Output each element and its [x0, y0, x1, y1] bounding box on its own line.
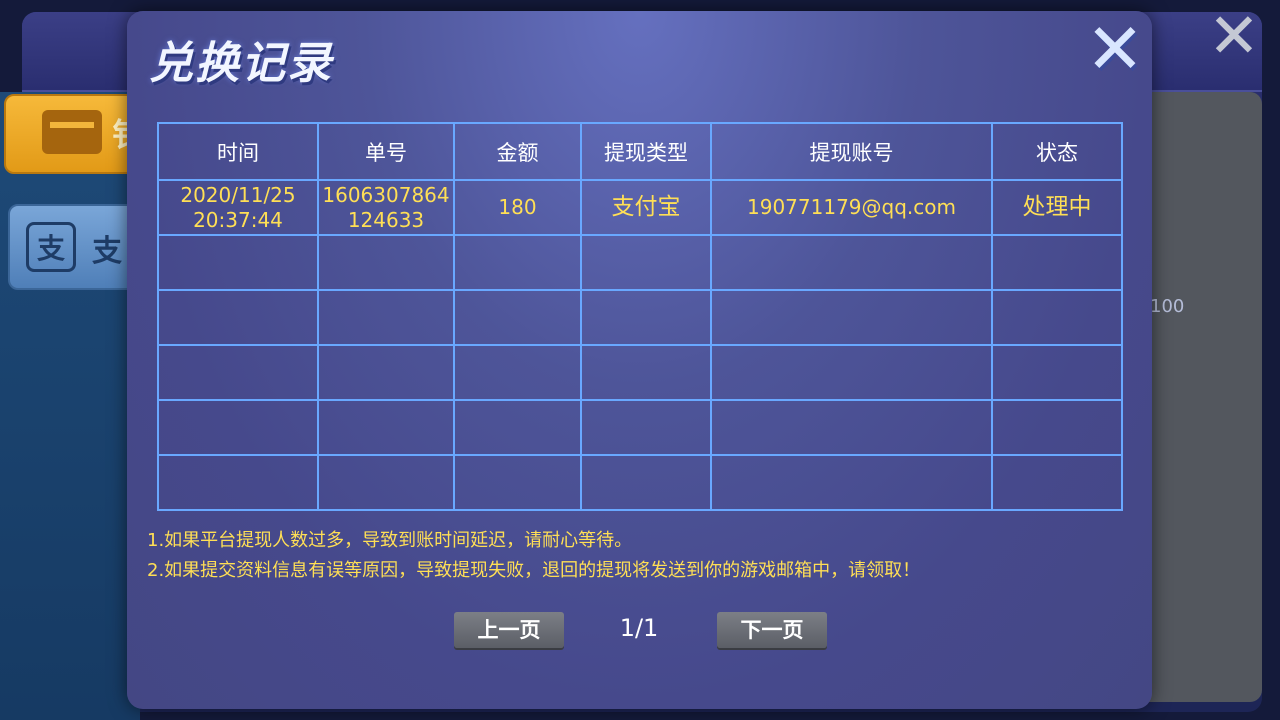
empty-cell: [453, 234, 582, 291]
empty-cell: [157, 399, 319, 456]
empty-cell: [453, 399, 582, 456]
next-page-button[interactable]: 下一页: [717, 612, 827, 648]
table-row-empty: [157, 344, 1123, 401]
empty-cell: [453, 344, 582, 401]
empty-cell: [317, 454, 455, 511]
empty-cell: [157, 454, 319, 511]
header-withdraw-type: 提现类型: [580, 122, 712, 181]
empty-cell: [991, 234, 1123, 291]
cell-status: 处理中: [991, 179, 1123, 236]
exchange-record-dialog: 兑换记录 ✕ 时间 单号 金额 提现类型 提现账号 状态 2020/11/25 …: [127, 11, 1152, 709]
table-row-empty: [157, 289, 1123, 346]
empty-cell: [317, 289, 455, 346]
empty-cell: [991, 454, 1123, 511]
empty-cell: [157, 289, 319, 346]
empty-cell: [317, 344, 455, 401]
notice-text: 1.如果平台提现人数过多，导致到账时间延迟，请耐心等待。: [147, 530, 633, 551]
empty-cell: [580, 344, 712, 401]
empty-cell: [157, 344, 319, 401]
cell-withdraw-account: 190771179@qq.com: [710, 179, 993, 236]
header-order-no: 单号: [317, 122, 455, 181]
empty-cell: [580, 399, 712, 456]
empty-cell: [317, 234, 455, 291]
empty-cell: [453, 289, 582, 346]
empty-cell: [710, 234, 993, 291]
bank-card-icon: [42, 110, 102, 154]
empty-cell: [710, 399, 993, 456]
table-row: 2020/11/25 20:37:44 1606307864 124633 180 支…: [157, 179, 1123, 236]
background-close-icon: ✕: [1208, 0, 1260, 72]
background-tab-alipay-label: 支: [92, 234, 122, 269]
cell-withdraw-type: 支付宝: [580, 179, 712, 236]
table-row-empty: [157, 399, 1123, 456]
table-header-row: 时间 单号 金额 提现类型 提现账号 状态: [157, 122, 1123, 181]
header-withdraw-account: 提现账号: [710, 122, 993, 181]
cell-order-no: 1606307864 124633: [317, 179, 455, 236]
empty-cell: [580, 289, 712, 346]
cell-time: 2020/11/25 20:37:44: [157, 179, 319, 236]
record-table: 时间 单号 金额 提现类型 提现账号 状态 2020/11/25 20:37:4…: [157, 122, 1123, 511]
background-right-panel: [1140, 92, 1262, 702]
empty-cell: [580, 454, 712, 511]
notice-text: 2.如果提交资料信息有误等原因，导致提现失败，退回的提现将发送到你的游戏邮箱中，…: [147, 560, 921, 581]
header-amount: 金额: [453, 122, 582, 181]
dialog-title: 兑换记录: [149, 38, 333, 89]
empty-cell: [991, 399, 1123, 456]
empty-cell: [453, 454, 582, 511]
table-row-empty: [157, 234, 1123, 291]
background-right-text: 100: [1150, 296, 1185, 317]
close-icon[interactable]: ✕: [1085, 14, 1145, 84]
empty-cell: [317, 399, 455, 456]
empty-cell: [710, 454, 993, 511]
header-time: 时间: [157, 122, 319, 181]
header-status: 状态: [991, 122, 1123, 181]
empty-cell: [991, 289, 1123, 346]
page-indicator: 1/1: [619, 614, 659, 642]
empty-cell: [157, 234, 319, 291]
prev-page-button[interactable]: 上一页: [454, 612, 564, 648]
empty-cell: [991, 344, 1123, 401]
table-row-empty: [157, 454, 1123, 511]
empty-cell: [580, 234, 712, 291]
cell-amount: 180: [453, 179, 582, 236]
empty-cell: [710, 344, 993, 401]
alipay-icon: 支: [26, 222, 76, 272]
background-sidebar: [0, 92, 140, 720]
empty-cell: [710, 289, 993, 346]
